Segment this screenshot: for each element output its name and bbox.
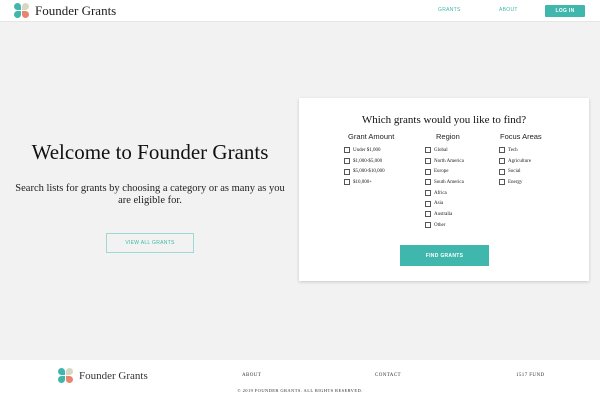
option-label: $1,000-$5,000 — [353, 158, 383, 164]
checkbox-icon[interactable] — [425, 158, 431, 165]
header-logo[interactable]: Founder Grants — [14, 3, 116, 19]
checkbox-icon[interactable] — [344, 147, 350, 154]
logo-petal-teal-top — [14, 3, 21, 10]
option-label: Australia — [434, 211, 453, 217]
checkbox-icon[interactable] — [344, 158, 350, 165]
logo-petal-teal-bottom — [58, 376, 65, 383]
checkbox-icon[interactable] — [425, 211, 431, 218]
checkbox-icon[interactable] — [425, 200, 431, 207]
grant-search-card: Which grants would you like to find? Gra… — [299, 98, 589, 281]
site-footer: Founder Grants ABOUT CONTACT 1517 FUND ©… — [0, 360, 600, 400]
checkbox-option[interactable]: Australia — [425, 209, 464, 220]
footer-contact-link[interactable]: CONTACT — [375, 373, 401, 378]
checkbox-icon[interactable] — [425, 147, 431, 154]
checkbox-option[interactable]: $10,000+ — [344, 177, 394, 188]
checkbox-icon[interactable] — [425, 168, 431, 175]
footer-about-link[interactable]: ABOUT — [242, 373, 261, 378]
option-label: North America — [434, 158, 464, 164]
search-card-title: Which grants would you like to find? — [361, 114, 527, 126]
option-label: Europe — [434, 169, 449, 175]
logo-petal-beige — [66, 368, 73, 375]
logo-petal-coral — [22, 11, 29, 18]
checkbox-option[interactable]: Africa — [425, 188, 464, 199]
checkbox-option[interactable]: Under $1,000 — [344, 145, 394, 156]
checkbox-icon[interactable] — [499, 168, 505, 175]
checkbox-icon[interactable] — [425, 222, 431, 229]
option-label: Under $1,000 — [353, 147, 381, 153]
checkbox-option[interactable]: $1,000-$5,000 — [344, 156, 394, 167]
hero-subtitle: Search lists for grants by choosing a ca… — [15, 183, 285, 206]
region-column: Region Global North America Europe South… — [425, 132, 464, 231]
option-label: Other — [434, 222, 446, 228]
checkbox-option[interactable]: North America — [425, 156, 464, 167]
option-label: Tech — [508, 147, 518, 153]
checkbox-option[interactable]: Global — [425, 145, 464, 156]
checkbox-icon[interactable] — [499, 179, 505, 186]
footer-logo[interactable]: Founder Grants — [58, 368, 148, 384]
checkbox-option[interactable]: Europe — [425, 166, 464, 177]
checkbox-option[interactable]: Energy — [499, 177, 542, 188]
checkbox-option[interactable]: Asia — [425, 198, 464, 209]
option-label: $10,000+ — [353, 179, 373, 185]
checkbox-icon[interactable] — [344, 168, 350, 175]
logo-petal-teal-top — [58, 368, 65, 375]
grant-amount-column: Grant Amount Under $1,000 $1,000-$5,000 … — [344, 132, 394, 188]
option-label: Energy — [508, 179, 523, 185]
checkbox-option[interactable]: $5,000-$10,000 — [344, 166, 394, 177]
copyright-text: © 2019 FOUNDER GRANTS. ALL RIGHTS RESERV… — [237, 388, 363, 393]
option-label: South America — [434, 179, 464, 185]
checkbox-icon[interactable] — [425, 179, 431, 186]
option-label: Africa — [434, 190, 447, 196]
nav-grants-link[interactable]: GRANTS — [438, 7, 461, 13]
option-label: Asia — [434, 201, 444, 207]
logo-petal-coral — [66, 376, 73, 383]
view-all-grants-button[interactable]: VIEW ALL GRANTS — [106, 233, 194, 253]
footer-brand-name: Founder Grants — [79, 370, 148, 382]
logo-petal-beige — [22, 3, 29, 10]
focus-areas-heading: Focus Areas — [500, 132, 542, 141]
checkbox-option[interactable]: South America — [425, 177, 464, 188]
four-petal-logo-icon — [58, 368, 74, 384]
checkbox-option[interactable]: Social — [499, 166, 542, 177]
checkbox-icon[interactable] — [344, 179, 350, 186]
brand-name: Founder Grants — [35, 3, 117, 18]
option-label: $5,000-$10,000 — [353, 169, 385, 175]
option-label: Global — [434, 147, 448, 153]
grant-amount-heading: Grant Amount — [348, 132, 395, 141]
four-petal-logo-icon — [14, 3, 30, 19]
checkbox-option[interactable]: Other — [425, 220, 464, 231]
option-label: Agriculture — [508, 158, 532, 164]
nav-about-link[interactable]: ABOUT — [499, 7, 518, 13]
logo-petal-teal-bottom — [14, 11, 21, 18]
checkbox-icon[interactable] — [499, 147, 505, 154]
page-title: Welcome to Founder Grants — [31, 140, 269, 164]
checkbox-icon[interactable] — [499, 158, 505, 165]
site-header: Founder Grants GRANTS ABOUT LOG IN — [0, 0, 600, 22]
checkbox-option[interactable]: Agriculture — [499, 156, 542, 167]
option-label: Social — [508, 169, 521, 175]
checkbox-option[interactable]: Tech — [499, 145, 542, 156]
footer-fund-link[interactable]: 1517 FUND — [516, 373, 544, 378]
checkbox-icon[interactable] — [425, 190, 431, 197]
login-button[interactable]: LOG IN — [545, 5, 585, 17]
find-grants-button[interactable]: FIND GRANTS — [400, 245, 489, 266]
region-heading: Region — [436, 132, 460, 141]
focus-areas-column: Focus Areas Tech Agriculture Social Ener… — [499, 132, 542, 188]
